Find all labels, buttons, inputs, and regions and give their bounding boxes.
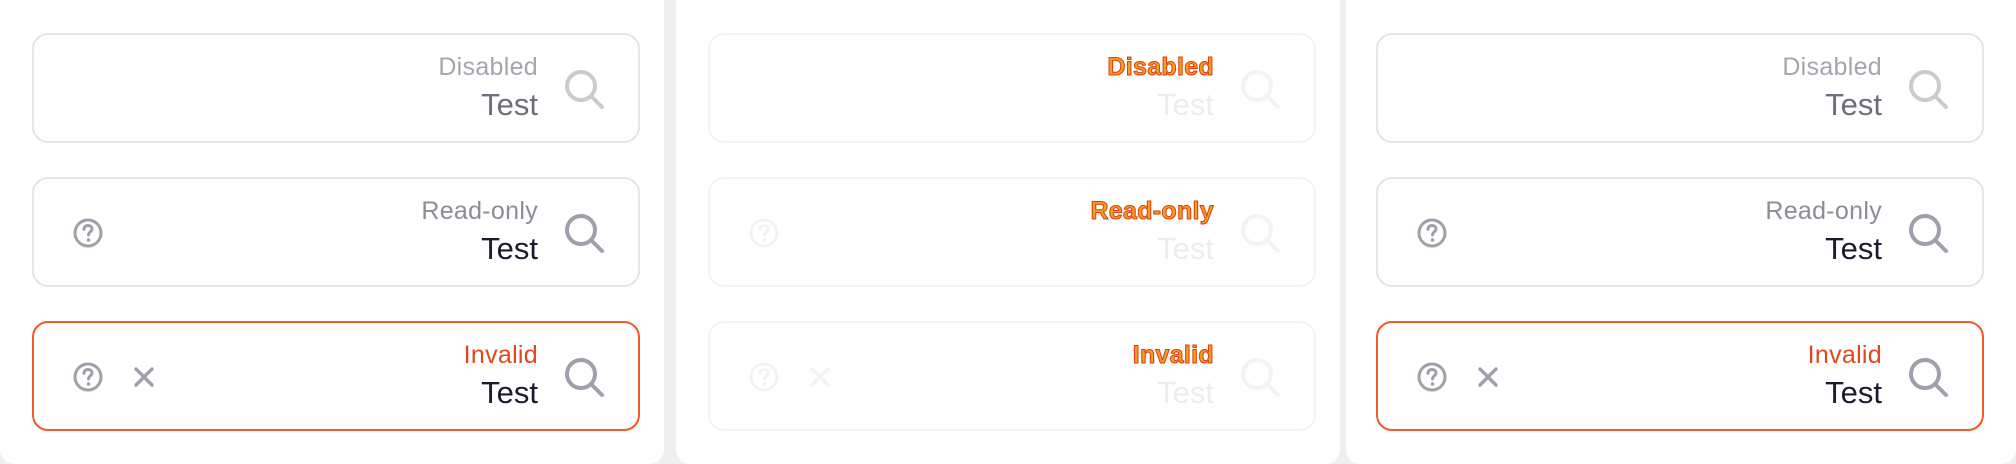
invalid-search-field[interactable]: Invalid Test bbox=[32, 321, 640, 431]
field-value: Test bbox=[1157, 87, 1214, 122]
close-icon[interactable] bbox=[806, 363, 834, 391]
search-icon[interactable] bbox=[1904, 209, 1952, 257]
panel-middle: Disabled Test Read-only Test Invalid Tes… bbox=[676, 0, 1340, 464]
disabled-search-field: Disabled Test bbox=[708, 33, 1316, 143]
search-icon[interactable] bbox=[560, 353, 608, 401]
panel-right: Disabled Test Read-only Test Invalid Tes… bbox=[1346, 0, 2016, 464]
field-value[interactable]: Test bbox=[1825, 231, 1882, 267]
field-label: Disabled bbox=[438, 53, 538, 81]
field-label: Invalid bbox=[463, 341, 538, 369]
help-circle-icon[interactable] bbox=[748, 217, 780, 249]
search-icon[interactable] bbox=[1236, 209, 1284, 257]
close-icon[interactable] bbox=[130, 363, 158, 391]
field-value: Test bbox=[481, 87, 538, 122]
field-label: Read-only bbox=[1090, 197, 1214, 226]
field-value[interactable]: Test bbox=[1157, 375, 1214, 411]
field-value[interactable]: Test bbox=[1825, 375, 1882, 411]
field-value[interactable]: Test bbox=[481, 375, 538, 411]
disabled-search-field: Disabled Test bbox=[32, 33, 640, 143]
search-icon[interactable] bbox=[1236, 353, 1284, 401]
field-value: Test bbox=[1825, 87, 1882, 122]
field-label: Invalid bbox=[1132, 341, 1214, 370]
help-circle-icon[interactable] bbox=[1416, 361, 1448, 393]
readonly-search-field[interactable]: Read-only Test bbox=[708, 177, 1316, 287]
field-value[interactable]: Test bbox=[1157, 231, 1214, 267]
stage: Disabled Test Read-only Test Invalid Tes… bbox=[0, 0, 2016, 464]
search-icon[interactable] bbox=[560, 209, 608, 257]
search-icon bbox=[565, 70, 604, 109]
help-circle-icon[interactable] bbox=[72, 361, 104, 393]
help-circle-icon[interactable] bbox=[1416, 217, 1448, 249]
readonly-search-field[interactable]: Read-only Test bbox=[1376, 177, 1984, 287]
search-icon bbox=[1909, 70, 1948, 109]
search-icon[interactable] bbox=[1904, 353, 1952, 401]
field-label: Disabled bbox=[1782, 53, 1882, 81]
help-circle-icon[interactable] bbox=[72, 217, 104, 249]
search-icon bbox=[1241, 70, 1280, 109]
field-label: Read-only bbox=[1765, 197, 1882, 225]
field-label: Disabled bbox=[1107, 53, 1214, 82]
invalid-search-field[interactable]: Invalid Test bbox=[1376, 321, 1984, 431]
field-value[interactable]: Test bbox=[481, 231, 538, 267]
readonly-search-field[interactable]: Read-only Test bbox=[32, 177, 640, 287]
disabled-search-field: Disabled Test bbox=[1376, 33, 1984, 143]
invalid-search-field[interactable]: Invalid Test bbox=[708, 321, 1316, 431]
close-icon[interactable] bbox=[1474, 363, 1502, 391]
field-label: Invalid bbox=[1807, 341, 1882, 369]
panel-left: Disabled Test Read-only Test Invalid Tes… bbox=[0, 0, 664, 464]
help-circle-icon[interactable] bbox=[748, 361, 780, 393]
field-label: Read-only bbox=[421, 197, 538, 225]
